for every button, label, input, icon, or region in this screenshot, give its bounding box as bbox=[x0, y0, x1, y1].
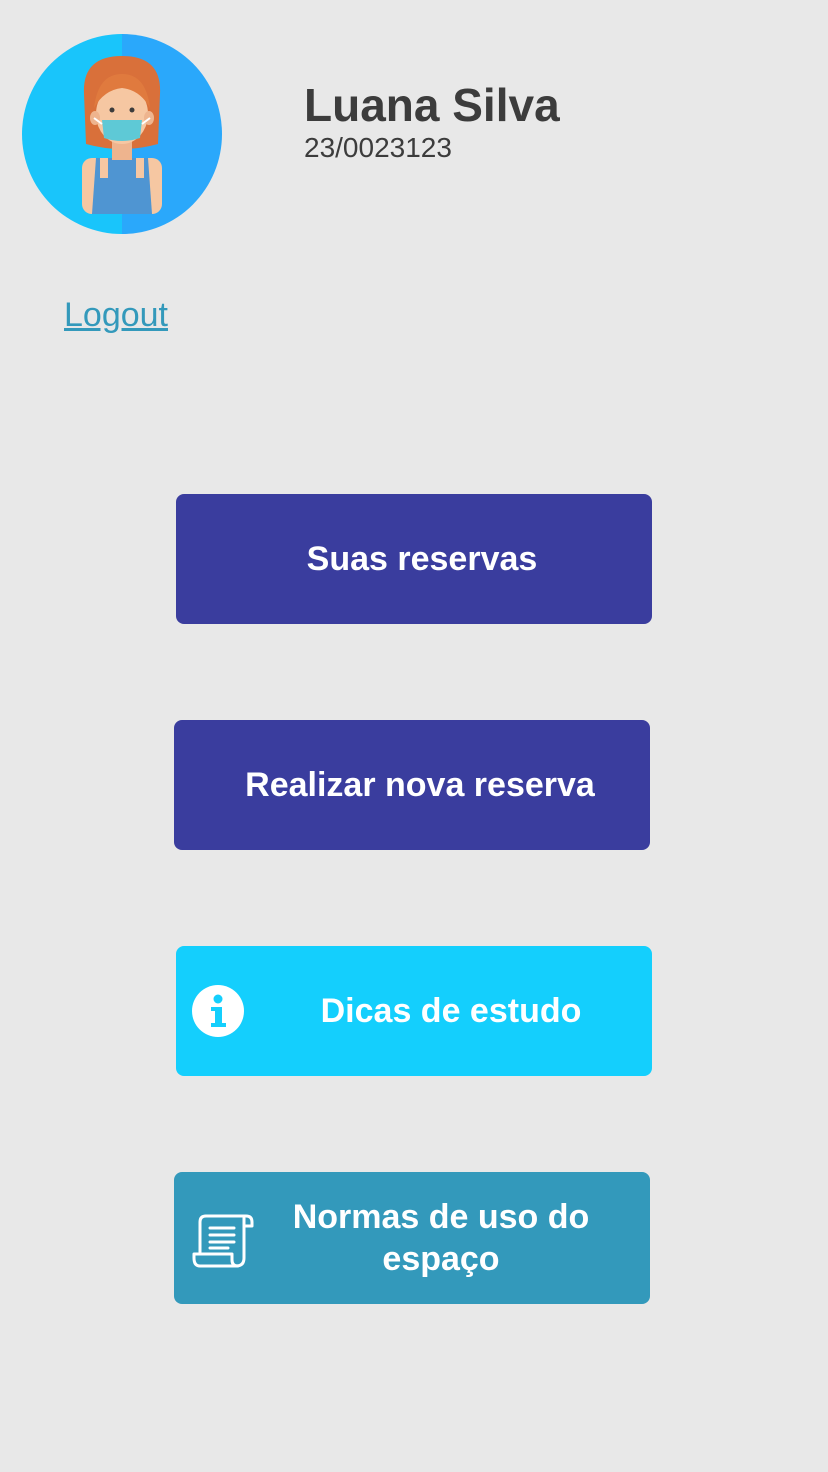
your-reservations-button[interactable]: Suas reservas bbox=[176, 494, 652, 624]
info-icon bbox=[192, 985, 244, 1037]
new-reservation-button[interactable]: Realizar nova reserva bbox=[174, 720, 650, 850]
usage-rules-label: Normas de uso do espaço bbox=[292, 1198, 590, 1278]
usage-rules-button[interactable]: Normas de uso do espaço bbox=[174, 1172, 650, 1304]
study-tips-label: Dicas de estudo bbox=[320, 992, 582, 1030]
avatar bbox=[22, 34, 222, 234]
study-tips-button[interactable]: Dicas de estudo bbox=[176, 946, 652, 1076]
user-name: Luana Silva bbox=[304, 79, 560, 131]
new-reservation-label: Realizar nova reserva bbox=[245, 766, 595, 804]
scroll-document-icon bbox=[192, 1214, 254, 1268]
your-reservations-label: Suas reservas bbox=[306, 540, 538, 578]
logout-link[interactable]: Logout bbox=[64, 296, 168, 335]
user-registration-id: 23/0023123 bbox=[304, 132, 452, 163]
user-avatar-icon bbox=[22, 34, 222, 234]
